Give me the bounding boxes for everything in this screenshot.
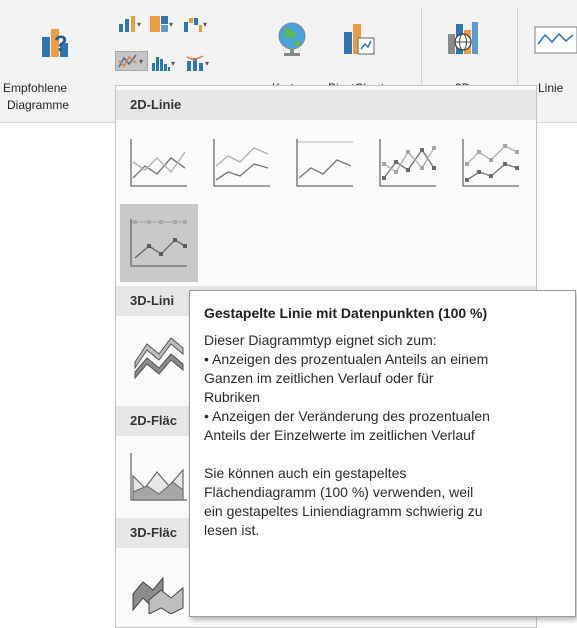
chevron-down-icon: ▾: [137, 19, 142, 29]
sparkline-line-button[interactable]: Linie: [530, 0, 577, 100]
stacked-line-markers-thumbnail-icon: [462, 139, 519, 187]
tooltip-spacer: [204, 445, 567, 464]
tooltip-note-line: lesen ist.: [204, 522, 260, 538]
tooltip-line: • Anzeigen des prozentualen Anteils an e…: [204, 351, 489, 367]
stacked-line-thumbnail-icon: [213, 139, 270, 187]
sparkline-line-icon: [534, 26, 577, 54]
stacked-line-chart-option[interactable]: [203, 124, 281, 202]
tooltip-line: Dieser Diagrammtyp eignet sich zum:: [204, 332, 437, 348]
waterfall-chart-button[interactable]: ▾: [184, 14, 207, 34]
combo-chart-button[interactable]: ▾: [186, 53, 209, 73]
tooltip-note-line: Flächendiagramm (100 %) verwenden, weil: [204, 484, 474, 500]
chevron-down-icon: ▾: [203, 19, 208, 29]
tooltip-line: Anteils der Einzelwerte im zeitlichen Ve…: [204, 427, 475, 443]
stacked-line-100-with-markers-chart-option[interactable]: [120, 204, 198, 282]
recommended-charts-icon: ?: [42, 29, 68, 57]
recommended-charts-label-1: Empfohlene: [3, 81, 68, 95]
section-2d-line: 2D-Linie: [116, 90, 536, 120]
area-thumbnail-icon: [130, 453, 187, 501]
map3d-icon: [448, 22, 478, 54]
line-chart-icon: [118, 54, 137, 68]
statistic-chart-icon: [152, 57, 170, 71]
stacked-line-100-thumbnail-icon: [296, 139, 353, 187]
column-chart-button[interactable]: ▾: [118, 14, 141, 34]
tooltip-line: • Anzeigen der Veränderung des prozentua…: [204, 408, 490, 424]
maps-icon: [278, 22, 306, 56]
stacked-line-100-markers-thumbnail-icon: [130, 219, 187, 267]
tooltip-title: Gestapelte Linie mit Datenpunkten (100 %…: [204, 305, 488, 321]
combo-chart-icon: [186, 55, 204, 71]
tooltip-note-line: Sie können auch ein gestapeltes: [204, 465, 407, 481]
tooltip-note-line: ein gestapeltes Liniendiagramm schwierig…: [204, 503, 483, 519]
area-chart-option[interactable]: [120, 438, 198, 516]
recommended-charts-button[interactable]: ? Empfohlene Diagramme: [0, 0, 112, 120]
tooltip-line: Ganzen im zeitlichen Verlauf oder für: [204, 370, 434, 386]
line-thumbnail-icon: [130, 139, 187, 187]
line-with-markers-chart-option[interactable]: [369, 124, 447, 202]
hierarchy-chart-icon: [150, 16, 168, 32]
column-chart-icon: [119, 16, 135, 32]
line-chart-option[interactable]: [120, 124, 198, 202]
line-3d-chart-option[interactable]: [120, 318, 198, 396]
area-3d-chart-option[interactable]: [120, 550, 198, 627]
chart-type-tooltip: Gestapelte Linie mit Datenpunkten (100 %…: [189, 290, 576, 617]
statistic-chart-button[interactable]: ▾: [152, 53, 175, 73]
stacked-line-100-chart-option[interactable]: [286, 124, 364, 202]
chevron-down-icon: ▾: [139, 56, 144, 66]
waterfall-chart-icon: [184, 18, 202, 32]
svg-text:?: ?: [54, 31, 67, 56]
line-chart-button[interactable]: ▾: [115, 51, 148, 71]
line-markers-thumbnail-icon: [379, 139, 436, 187]
sparkline-line-label: Linie: [538, 81, 564, 95]
chevron-down-icon: ▾: [171, 58, 176, 68]
hierarchy-chart-button[interactable]: ▾: [150, 14, 173, 34]
area-3d-thumbnail-icon: [132, 576, 184, 614]
chevron-down-icon: ▾: [169, 19, 174, 29]
line-3d-thumbnail-icon: [134, 337, 184, 380]
recommended-charts-label-2: Diagramme: [7, 98, 70, 112]
pivotchart-icon: [344, 24, 375, 55]
stacked-line-with-markers-chart-option[interactable]: [452, 124, 530, 202]
chevron-down-icon: ▾: [205, 58, 210, 68]
tooltip-line: Rubriken: [204, 389, 261, 405]
